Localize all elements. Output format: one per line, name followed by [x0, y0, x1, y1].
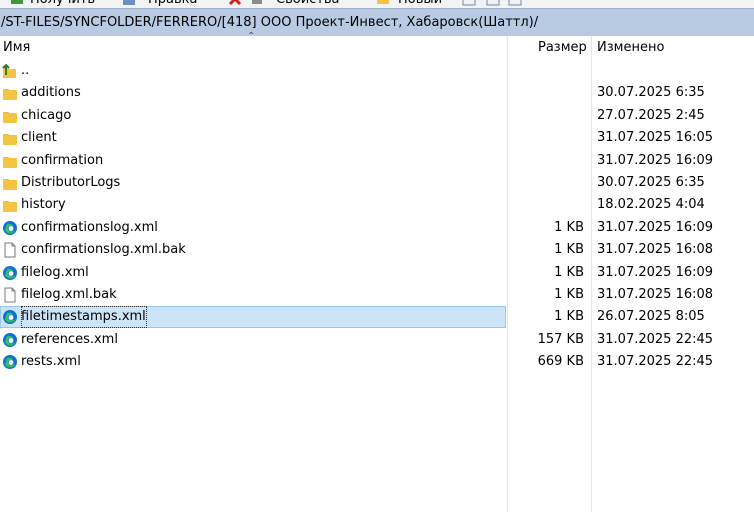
file-modified-date: 31.07.2025 16:08: [597, 287, 714, 302]
edge-xml-icon: [2, 220, 18, 236]
folder-icon: [2, 175, 18, 191]
file-row[interactable]: history 18.02.2025 4:04: [0, 194, 754, 216]
file-modified-date: 31.07.2025 16:05: [597, 130, 714, 146]
file-row[interactable]: chicago 27.07.2025 2:45: [0, 105, 754, 127]
file-size: 669 KB: [537, 354, 584, 370]
file-name[interactable]: confirmationslog.xml: [21, 217, 158, 239]
file-name[interactable]: ..: [21, 60, 29, 82]
file-modified-date: 26.07.2025 8:05: [597, 309, 705, 325]
file-modified-date: 31.07.2025 22:45: [597, 354, 714, 370]
parent-folder-icon: [2, 63, 18, 79]
file-row[interactable]: client 31.07.2025 16:05: [0, 127, 754, 149]
delete-icon[interactable]: [228, 0, 242, 6]
column-size-header[interactable]: Размер: [538, 36, 587, 60]
download-icon[interactable]: [10, 0, 24, 6]
new-button[interactable]: Новый: [398, 0, 442, 8]
edit-icon[interactable]: [122, 0, 136, 6]
file-name[interactable]: history: [21, 194, 66, 216]
file-modified-date: 30.07.2025 6:35: [597, 85, 705, 101]
parent-directory-row[interactable]: ..: [0, 60, 754, 82]
edit-button[interactable]: Правка: [148, 0, 197, 8]
file-modified-date: 31.07.2025 16:09: [597, 152, 714, 168]
file-modified-date: 31.07.2025 16:09: [597, 219, 714, 235]
folder-icon: [2, 108, 18, 124]
file-size: 1 KB: [554, 264, 584, 280]
edge-xml-icon: [2, 354, 18, 370]
blank-file-icon: [2, 287, 18, 303]
file-name[interactable]: filelog.xml: [21, 262, 89, 284]
new-folder-icon[interactable]: [376, 0, 390, 6]
file-name[interactable]: rests.xml: [21, 351, 81, 373]
receive-button[interactable]: Получить: [30, 0, 95, 8]
folder-icon: [2, 197, 18, 213]
rename-icon[interactable]: [250, 0, 264, 6]
check-icon[interactable]: [462, 0, 476, 6]
file-modified-date: 18.02.2025 4:04: [597, 197, 705, 213]
properties-button[interactable]: Свойства: [276, 0, 340, 8]
file-name[interactable]: confirmation: [21, 150, 103, 172]
file-modified-date: 31.07.2025 16:08: [597, 242, 714, 258]
column-header: Имя Размер Изменено: [0, 36, 754, 60]
file-row[interactable]: filelog.xml 1 KB 31.07.2025 16:09: [0, 262, 754, 284]
column-modified-header[interactable]: Изменено: [597, 36, 664, 60]
file-size: 1 KB: [554, 219, 584, 235]
file-modified-date: 30.07.2025 6:35: [597, 175, 705, 190]
filter-icon[interactable]: [508, 0, 522, 6]
file-row[interactable]: confirmationslog.xml 1 KB 31.07.2025 16:09: [0, 217, 754, 239]
file-row[interactable]: confirmation 31.07.2025 16:09: [0, 150, 754, 172]
file-size: 1 KB: [554, 287, 584, 302]
file-modified-date: 31.07.2025 16:09: [597, 264, 714, 280]
file-row[interactable]: references.xml 157 KB 31.07.2025 22:45: [0, 329, 754, 351]
file-row[interactable]: rests.xml 669 KB 31.07.2025 22:45: [0, 351, 754, 373]
toolbar: Получить Правка Свойства Новый: [0, 0, 754, 8]
column-name-header[interactable]: Имя: [3, 36, 30, 60]
file-size: 1 KB: [554, 242, 584, 258]
file-row[interactable]: DistributorLogs 30.07.2025 6:35: [0, 172, 754, 194]
file-row[interactable]: confirmationslog.xml.bak 1 KB 31.07.2025 1…: [0, 239, 754, 261]
file-modified-date: 31.07.2025 22:45: [597, 331, 714, 347]
edge-xml-icon: [2, 265, 18, 281]
sort-ascending-icon: ⌃: [247, 31, 256, 42]
file-name[interactable]: confirmationslog.xml.bak: [21, 239, 186, 261]
blank-file-icon: [2, 242, 18, 258]
file-size: 1 KB: [554, 309, 584, 325]
file-name[interactable]: additions: [21, 82, 81, 104]
folder-icon: [2, 85, 18, 101]
minus-icon[interactable]: [486, 0, 500, 6]
file-row[interactable]: filelog.xml.bak 1 KB 31.07.2025 16:08: [0, 284, 754, 306]
file-modified-date: 27.07.2025 2:45: [597, 107, 705, 123]
file-name[interactable]: chicago: [21, 105, 71, 127]
folder-icon: [2, 130, 18, 146]
path-bar[interactable]: /ST-FILES/SYNCFOLDER/FERRERO/[418] ООО П…: [0, 8, 754, 36]
edge-xml-icon: [2, 309, 18, 325]
file-name[interactable]: references.xml: [21, 329, 118, 351]
file-name[interactable]: client: [21, 127, 57, 149]
edge-xml-icon: [2, 332, 18, 348]
file-name[interactable]: DistributorLogs: [21, 172, 120, 194]
folder-icon: [2, 153, 18, 169]
file-size: 157 KB: [537, 331, 584, 347]
file-row[interactable]: additions 30.07.2025 6:35: [0, 82, 754, 104]
file-row[interactable]: filetimestamps.xml 1 KB 26.07.2025 8:05: [0, 306, 754, 329]
file-name[interactable]: filelog.xml.bak: [21, 284, 117, 306]
file-name[interactable]: filetimestamps.xml: [21, 306, 147, 329]
